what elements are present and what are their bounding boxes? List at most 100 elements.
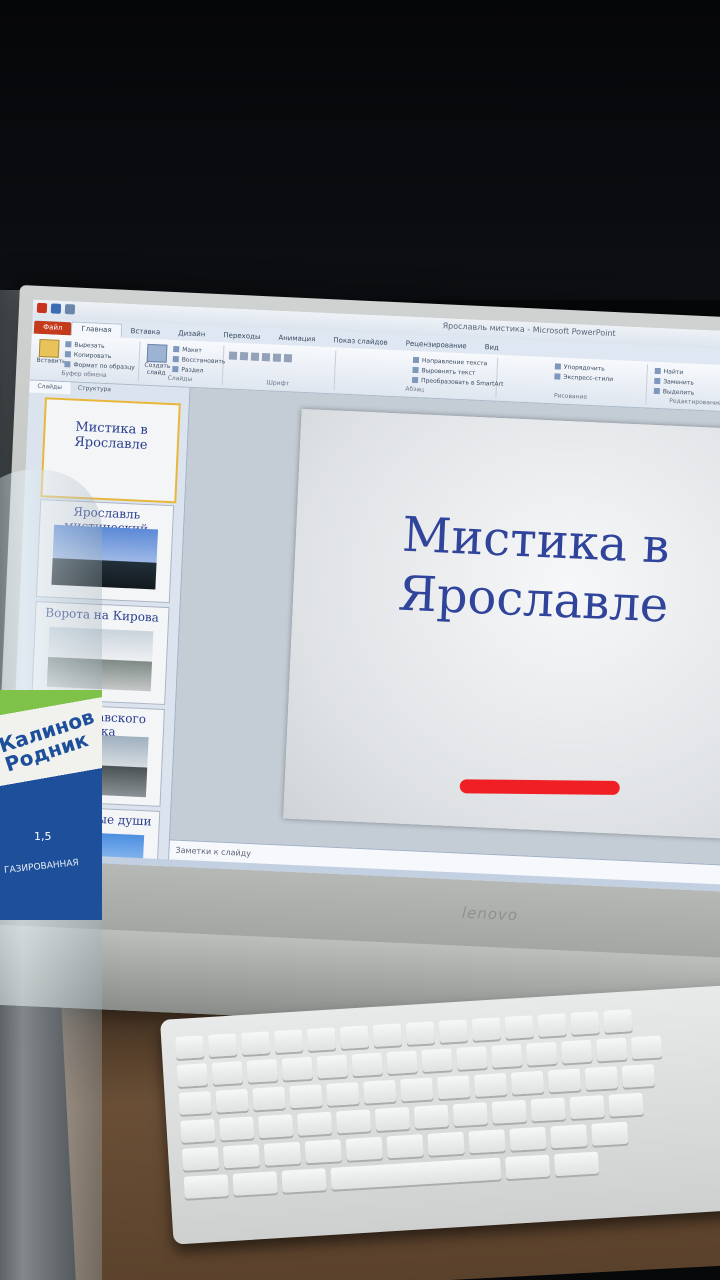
keyboard-key [258, 1114, 294, 1139]
keyboard-key [215, 1088, 249, 1113]
keyboard-key [351, 1052, 383, 1077]
tab-slides[interactable]: Слайды [29, 380, 71, 395]
keyboard-key [504, 1015, 534, 1039]
water-bottle: Калинов Родник ГАЗИРОВАННАЯ 1,5 [0, 470, 102, 1280]
keyboard-key [219, 1116, 255, 1141]
keyboard-key [491, 1043, 523, 1068]
clipboard-group: Вставить Вырезать Копировать Формат по о… [29, 336, 141, 382]
paste-button[interactable]: Вставить [36, 338, 66, 370]
keyboard-key [386, 1134, 424, 1159]
keyboard-key [452, 1102, 488, 1127]
strike-icon[interactable] [261, 353, 271, 362]
keyboard-key [510, 1070, 545, 1095]
lenovo-logo: lenovo [461, 903, 519, 925]
keyboard-key [335, 1109, 372, 1134]
keyboard-key [437, 1075, 471, 1100]
keyboard-key [263, 1141, 302, 1166]
keyboard-key [211, 1061, 244, 1085]
keyboard-key [547, 1068, 582, 1093]
font-color-icon[interactable] [283, 354, 293, 363]
undo-icon[interactable] [64, 304, 76, 315]
keyboard [160, 982, 720, 1245]
keyboard-key [569, 1095, 605, 1120]
keyboard-key [473, 1072, 508, 1097]
tab-outline[interactable]: Структура [70, 382, 120, 396]
keyboard-key [222, 1144, 261, 1169]
editing-group: Найти Заменить Выделить Редактирование [645, 365, 720, 409]
font-caption: Шрифт [266, 379, 290, 388]
keyboard-key [405, 1021, 435, 1045]
shadow-icon[interactable] [272, 353, 282, 362]
window-title: Ярославль мистика - Microsoft PowerPoint [442, 321, 616, 339]
keyboard-key [180, 1118, 216, 1143]
paste-label: Вставить [36, 356, 66, 366]
bold-icon[interactable] [228, 351, 238, 360]
underline-icon[interactable] [250, 352, 260, 361]
keyboard-key [304, 1139, 342, 1164]
keyboard-key [345, 1136, 383, 1161]
editing-caption: Редактирование [669, 397, 720, 407]
keyboard-key [550, 1124, 588, 1149]
keyboard-key [330, 1157, 502, 1190]
italic-icon[interactable] [239, 352, 249, 361]
slide-title[interactable]: Мистика в Ярославле [352, 504, 717, 637]
keyboard-key [306, 1027, 337, 1052]
keyboard-key [595, 1037, 628, 1062]
keyboard-key [591, 1121, 629, 1146]
keyboard-key [553, 1151, 600, 1177]
keyboard-key [400, 1077, 434, 1102]
font-tools [228, 351, 293, 363]
keyboard-key [289, 1084, 323, 1109]
keyboard-key [246, 1058, 278, 1083]
keyboard-key [570, 1011, 600, 1035]
keyboard-key [281, 1168, 327, 1193]
keyboard-key [386, 1050, 418, 1075]
save-icon[interactable] [50, 303, 62, 314]
powerpoint-icon[interactable] [36, 302, 48, 314]
keyboard-key [240, 1031, 271, 1056]
current-slide[interactable]: Мистика в Ярославле [283, 408, 720, 840]
keyboard-key [372, 1023, 402, 1047]
bottle-volume: 1,5 [34, 830, 52, 843]
keyboard-key [232, 1171, 278, 1196]
keyboard-key [526, 1041, 558, 1066]
monitor-screen: Ярославль мистика - Microsoft PowerPoint… [7, 299, 720, 892]
keyboard-key [281, 1056, 313, 1081]
key-grid [175, 1000, 720, 1205]
font-group: Шрифт [221, 345, 337, 391]
keyboard-key [509, 1126, 547, 1151]
keyboard-key [175, 1035, 205, 1060]
monitor: Ярославль мистика - Microsoft PowerPoint… [0, 285, 720, 1039]
keyboard-key [584, 1066, 619, 1091]
keyboard-key [630, 1035, 663, 1060]
keyboard-key [491, 1099, 527, 1124]
keyboard-key [621, 1063, 655, 1088]
keyboard-key [183, 1174, 229, 1199]
keyboard-key [181, 1146, 220, 1171]
keyboard-key [413, 1104, 450, 1129]
keyboard-key [339, 1025, 370, 1049]
keyboard-key [316, 1054, 348, 1079]
photo-scene: Ярославль мистика - Microsoft PowerPoint… [0, 0, 720, 1280]
keyboard-key [273, 1029, 304, 1054]
keyboard-key [561, 1039, 593, 1064]
keyboard-key [438, 1019, 468, 1043]
quick-access-toolbar [36, 302, 76, 315]
clipboard-icon [38, 338, 60, 358]
keyboard-key [374, 1106, 411, 1132]
keyboard-key [427, 1131, 465, 1156]
new-slide-button[interactable]: Создать слайд [144, 343, 171, 377]
keyboard-key [326, 1082, 360, 1106]
keyboard-key [468, 1129, 506, 1154]
keyboard-key [537, 1013, 567, 1037]
keyboard-key [421, 1048, 453, 1073]
keyboard-key [471, 1017, 501, 1041]
slides-group: Создать слайд Макет Восстановить Раздел … [137, 341, 226, 386]
thumbnail-title: Мистика в Ярославле [73, 419, 149, 453]
paragraph-group: Направление текста Выровнять текст Преоб… [333, 350, 504, 398]
keyboard-key [456, 1046, 488, 1070]
workspace: Слайды Структура Мистика в Ярославле Яро… [7, 380, 720, 892]
quick-styles-button[interactable]: Экспресс-стили [554, 372, 613, 385]
slide-editor: Мистика в Ярославле [170, 387, 720, 865]
new-slide-icon [146, 343, 168, 363]
